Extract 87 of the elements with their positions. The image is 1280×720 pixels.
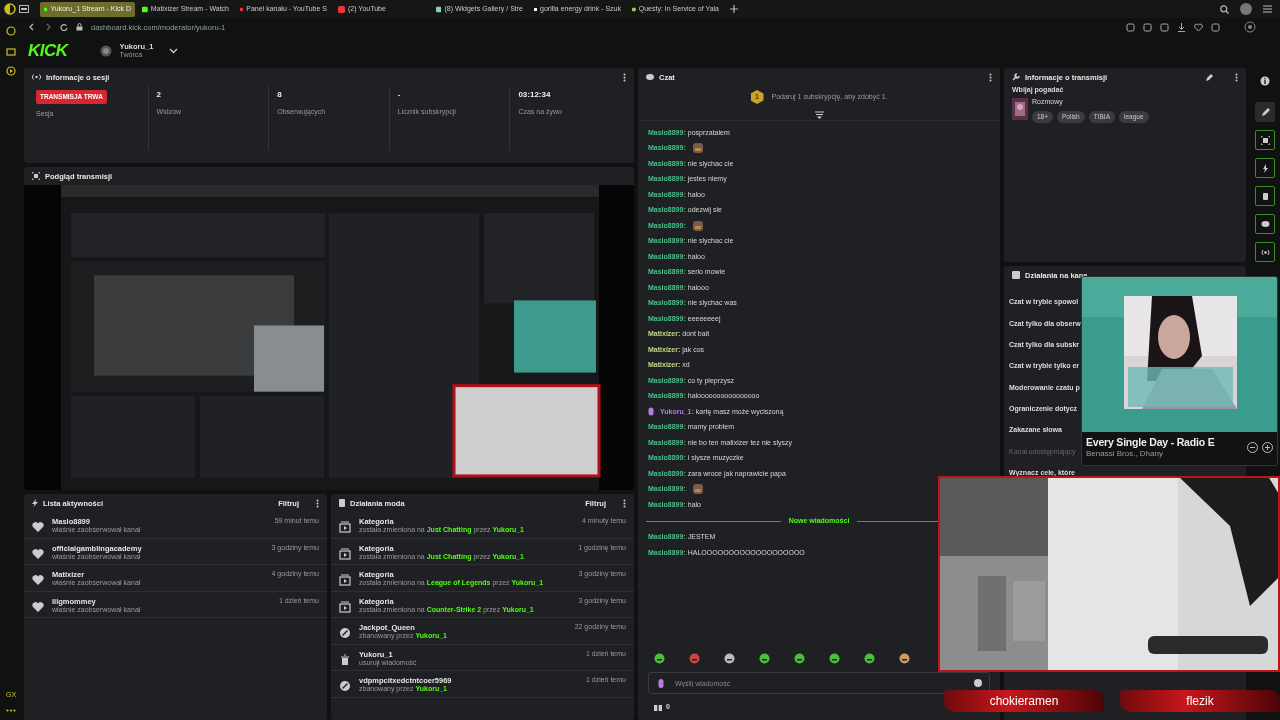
download-icon[interactable] bbox=[1177, 22, 1186, 32]
bolt-icon bbox=[32, 499, 38, 507]
menu-icon[interactable] bbox=[1263, 5, 1272, 13]
tab-favicon-icon bbox=[534, 5, 538, 13]
more-icon[interactable] bbox=[1235, 72, 1238, 82]
chevron-down-icon[interactable] bbox=[169, 48, 179, 54]
tv-icon bbox=[339, 547, 351, 560]
tv-icon bbox=[339, 600, 351, 613]
broadcast-icon bbox=[32, 74, 41, 80]
tab-favicon-icon bbox=[338, 5, 345, 13]
forward-icon[interactable] bbox=[44, 23, 52, 31]
emote-icon[interactable] bbox=[759, 653, 770, 664]
bag-icon[interactable] bbox=[6, 46, 16, 56]
overlay-name-label: chokieramen bbox=[944, 690, 1104, 712]
ban-icon bbox=[339, 627, 351, 639]
document-icon bbox=[1260, 191, 1270, 201]
sidebar-toggle-icon[interactable] bbox=[19, 5, 29, 13]
lock-icon bbox=[76, 23, 83, 31]
activity-toggle-button[interactable] bbox=[1255, 158, 1275, 178]
smiley-icon[interactable] bbox=[974, 679, 982, 687]
overlay-name-label: flezik bbox=[1120, 690, 1280, 712]
pencil-icon[interactable] bbox=[1206, 73, 1214, 81]
stat-value: - bbox=[397, 90, 402, 100]
heart-icon bbox=[32, 547, 44, 560]
chat-toggle-button[interactable] bbox=[1255, 214, 1275, 234]
ban-icon bbox=[339, 680, 351, 692]
avatar-icon[interactable] bbox=[1240, 3, 1252, 15]
tab-favicon-icon bbox=[436, 5, 442, 13]
refresh-icon[interactable] bbox=[6, 26, 16, 36]
tv-icon bbox=[339, 574, 351, 586]
broadcast-toggle-button[interactable] bbox=[1255, 242, 1275, 262]
edit-button[interactable] bbox=[1255, 102, 1275, 122]
wrench-icon bbox=[1012, 73, 1020, 81]
emote-icon bbox=[691, 142, 704, 155]
zoom-in-icon[interactable] bbox=[1262, 441, 1273, 453]
stat-value: 8 bbox=[277, 90, 283, 100]
emote-icon[interactable] bbox=[689, 653, 700, 664]
stat-value: 03:12:34 bbox=[518, 90, 552, 100]
channel-avatar-icon bbox=[99, 45, 112, 57]
emote-icon[interactable] bbox=[899, 653, 910, 664]
kick-logo[interactable]: KICK bbox=[28, 40, 68, 62]
tab-favicon-icon bbox=[44, 5, 48, 13]
tv-icon bbox=[339, 521, 351, 533]
stat-value: 2 bbox=[156, 90, 163, 100]
heart-icon[interactable] bbox=[1194, 22, 1203, 32]
tab-favicon-icon bbox=[142, 5, 148, 13]
tab-favicon-icon bbox=[632, 5, 636, 13]
broadcast-icon bbox=[1260, 247, 1270, 257]
back-icon[interactable] bbox=[28, 23, 36, 31]
heart-icon bbox=[32, 574, 44, 586]
more-icon[interactable] bbox=[6, 709, 16, 712]
emote-icon[interactable] bbox=[829, 653, 840, 664]
info-icon[interactable] bbox=[1260, 76, 1270, 86]
chat-icon bbox=[646, 73, 654, 81]
more-icon[interactable] bbox=[623, 498, 626, 508]
pinned-collapse-icon[interactable] bbox=[814, 111, 824, 119]
bolt-icon bbox=[1260, 163, 1270, 173]
emote-icon[interactable] bbox=[724, 653, 735, 664]
song-title: Every Single Day - Radio E bbox=[1086, 436, 1216, 449]
mod-actions-toggle-button[interactable] bbox=[1255, 186, 1275, 206]
extension-icon[interactable] bbox=[1244, 21, 1256, 33]
trash-icon bbox=[339, 653, 351, 666]
preview-icon bbox=[32, 172, 40, 180]
preview-icon bbox=[1260, 135, 1270, 145]
emote-icon[interactable] bbox=[864, 653, 875, 664]
browser-logo-icon[interactable] bbox=[4, 3, 16, 15]
tab-favicon-icon bbox=[240, 5, 244, 13]
gift-icon bbox=[654, 703, 662, 711]
preview-toggle-button[interactable] bbox=[1255, 130, 1275, 150]
pencil-icon bbox=[1260, 107, 1270, 117]
more-icon[interactable] bbox=[623, 72, 626, 82]
emote-icon bbox=[691, 483, 704, 496]
microphone-icon bbox=[658, 679, 664, 688]
search-icon[interactable] bbox=[1220, 4, 1229, 14]
reload-icon[interactable] bbox=[60, 23, 68, 31]
more-icon[interactable] bbox=[316, 498, 319, 508]
play-icon[interactable] bbox=[6, 66, 16, 76]
emote-icon[interactable] bbox=[794, 653, 805, 664]
song-artist: Benassi Bros., Dhany bbox=[1086, 448, 1164, 459]
emote-icon bbox=[691, 219, 704, 232]
emote-icon[interactable] bbox=[654, 653, 665, 664]
more-icon[interactable] bbox=[989, 72, 992, 82]
heart-icon bbox=[32, 521, 44, 533]
new-tab-icon[interactable] bbox=[730, 5, 738, 13]
zoom-out-icon[interactable] bbox=[1247, 441, 1258, 453]
heart-icon bbox=[32, 600, 44, 613]
chat-icon bbox=[1260, 219, 1270, 229]
